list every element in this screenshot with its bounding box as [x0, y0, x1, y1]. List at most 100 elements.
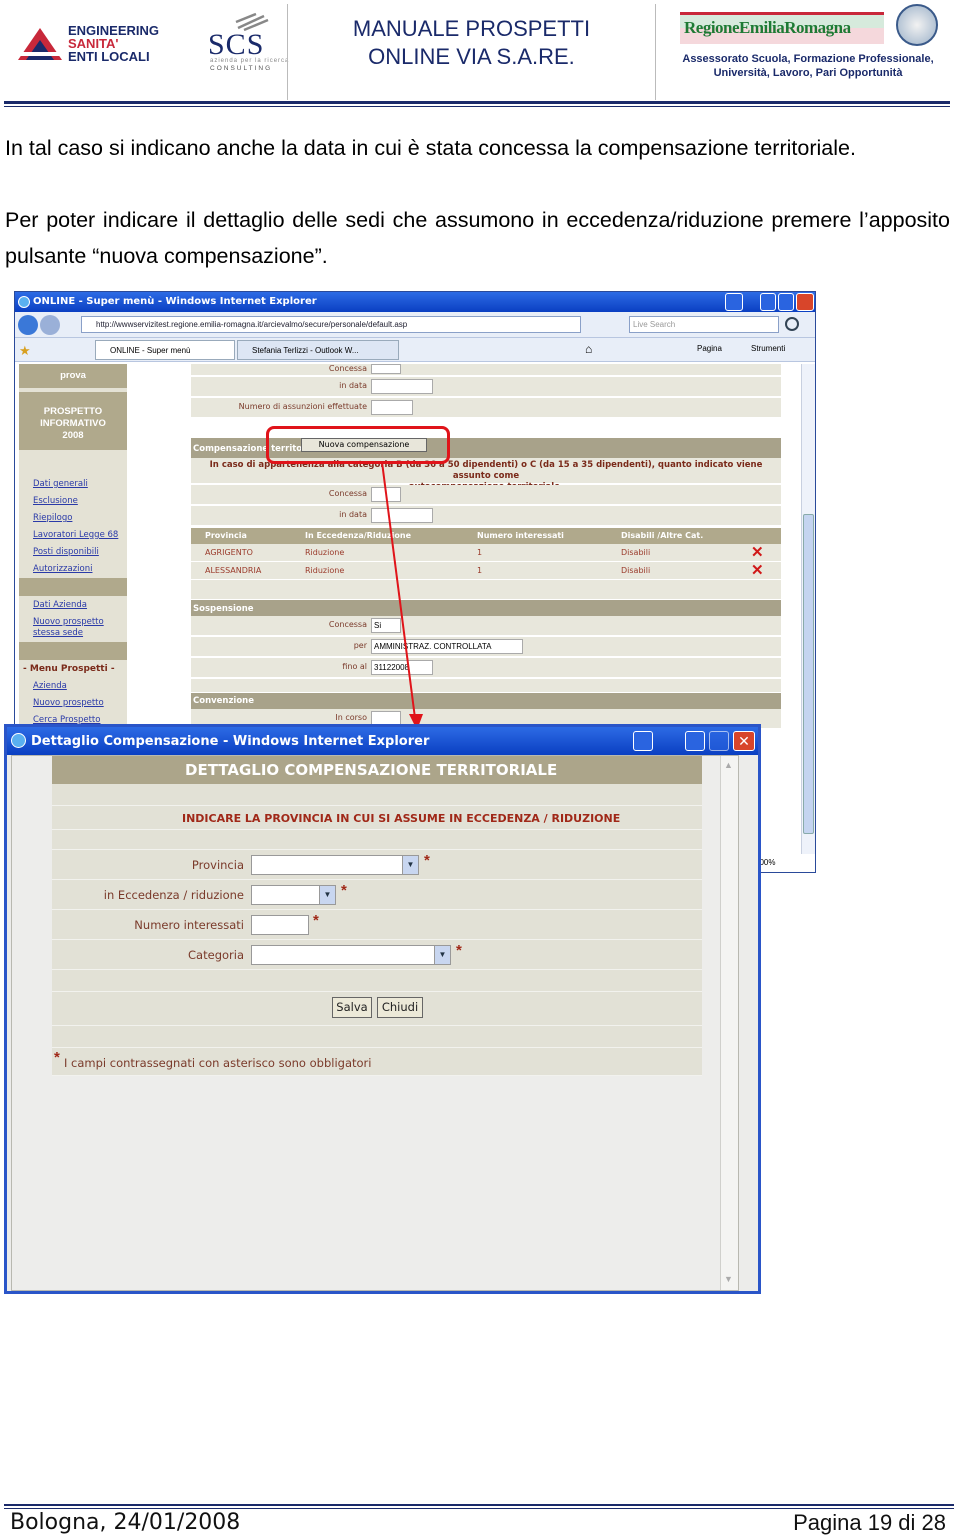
sidebar-link[interactable]: Azienda: [33, 681, 67, 691]
delete-icon[interactable]: ✕: [751, 545, 764, 560]
sidebar-link[interactable]: Esclusione: [33, 496, 78, 506]
form-row-susp-concessa: Concessa Si: [191, 616, 781, 636]
sidebar-link[interactable]: Riepilogo: [33, 513, 72, 523]
popup-scrollbar[interactable]: ▲ ▼: [720, 756, 738, 1290]
table-cell: ALESSANDRIA: [205, 566, 262, 575]
sidebar-link[interactable]: Nuovo prospetto: [33, 698, 104, 708]
form-row-assunzioni: Numero di assunzioni effettuate: [191, 398, 781, 418]
sidebar-prospetto-line1: PROSPETTO: [43, 406, 103, 417]
required-asterisk: *: [313, 912, 319, 929]
select-concessa-top[interactable]: [371, 364, 401, 374]
table-header: Numero interessati: [477, 531, 564, 540]
input-numero[interactable]: [251, 915, 309, 935]
label-num-assunzioni: Numero di assunzioni effettuate: [238, 402, 367, 411]
scroll-down-icon[interactable]: ▼: [724, 1274, 733, 1284]
close-button[interactable]: [796, 293, 814, 311]
comp-table-header: Provincia In Eccedenza/Riduzione Numero …: [191, 528, 781, 544]
sidebar-link[interactable]: Nuovo prospetto: [33, 617, 104, 627]
menu-page[interactable]: Pagina: [697, 344, 722, 353]
popup-minimize-button-2[interactable]: [685, 731, 705, 751]
popup-maximize-button[interactable]: [709, 731, 729, 751]
required-asterisk: *: [341, 882, 347, 899]
form-row-spacer: [191, 679, 781, 693]
popup-row-eccedenza: in Eccedenza / riduzione ▼ *: [52, 880, 702, 910]
url-input[interactable]: http://wwwservizitest.regione.emilia-rom…: [81, 316, 581, 333]
paragraph-1: In tal caso si indicano anche la data in…: [5, 136, 856, 160]
home-icon[interactable]: ⌂: [585, 342, 592, 356]
search-icon[interactable]: [785, 317, 799, 331]
chevron-down-icon[interactable]: ▼: [319, 886, 335, 904]
scrollbar-thumb[interactable]: [803, 514, 814, 834]
menu-tools[interactable]: Strumenti: [751, 344, 785, 353]
region-logo-stripe: [680, 12, 884, 15]
required-asterisk: *: [424, 852, 430, 869]
chevron-down-icon[interactable]: ▼: [402, 856, 418, 874]
label-in-data: in data: [339, 510, 367, 519]
chiudi-button[interactable]: Chiudi: [377, 997, 423, 1018]
sidebar-link[interactable]: Dati Azienda: [33, 600, 87, 610]
sidebar-link[interactable]: Lavoratori Legge 68: [33, 530, 118, 540]
highlight-box: [266, 426, 450, 464]
form-row-in-data-top: in data: [191, 377, 781, 397]
table-cell: Disabili: [621, 548, 651, 557]
page-header: ENGINEERING SANITA' ENTI LOCALI SCS azie…: [4, 0, 952, 102]
label-susp-per: per: [353, 641, 367, 650]
table-header: Provincia: [205, 531, 247, 540]
forward-icon[interactable]: [40, 315, 60, 335]
label-susp-fino: fino al: [342, 662, 367, 671]
form-row-spacer: [191, 580, 781, 600]
search-input[interactable]: Live Search: [629, 316, 779, 333]
tab-outlook[interactable]: Stefania Terlizzi - Outlook W...: [237, 340, 399, 360]
ie-icon: [11, 733, 26, 748]
sidebar-link[interactable]: Posti disponibili: [33, 547, 99, 557]
popup-row-note: * I campi contrassegnati con asterisco s…: [52, 1048, 702, 1076]
sidebar-link[interactable]: stessa sede: [33, 628, 83, 638]
popup-row-buttons: Salva Chiudi: [52, 992, 702, 1026]
scrollbar[interactable]: [801, 364, 815, 854]
back-icon[interactable]: [18, 315, 38, 335]
label-eccedenza: in Eccedenza / riduzione: [103, 888, 244, 902]
tab-row: ★ ONLINE - Super menù Stefania Terlizzi …: [15, 338, 815, 362]
footer-page: Pagina 19 di 28: [793, 1510, 946, 1535]
scs-logo-sub: azienda per la ricerca: [210, 58, 290, 64]
select-categoria[interactable]: ▼: [251, 945, 451, 965]
table-cell: 1: [477, 548, 483, 557]
popup-minimize-button[interactable]: [633, 731, 653, 751]
doc-title-line2: ONLINE VIA S.A.RE.: [368, 44, 575, 69]
engineering-logo-line3: ENTI LOCALI: [68, 49, 150, 64]
region-line1: Assessorato Scuola, Formazione Professio…: [682, 53, 934, 65]
scs-logo: SCS: [208, 28, 265, 61]
table-header: Disabili /Altre Cat.: [621, 531, 704, 540]
salva-button[interactable]: Salva: [332, 997, 372, 1018]
popup-row-numero: Numero interessati *: [52, 910, 702, 940]
table-cell: AGRIGENTO: [205, 548, 253, 557]
sidebar-link[interactable]: Dati generali: [33, 479, 88, 489]
input-num-assunzioni[interactable]: [371, 400, 413, 415]
ie-titlebar: ONLINE - Super menù - Windows Internet E…: [15, 292, 815, 312]
sidebar-link[interactable]: Autorizzazioni: [33, 564, 93, 574]
popup-close-button[interactable]: ✕: [733, 731, 755, 751]
table-cell: Riduzione: [305, 566, 345, 575]
minimize-button[interactable]: [725, 293, 743, 311]
form-row-concessa: Concessa: [191, 485, 781, 505]
select-eccedenza[interactable]: ▼: [251, 885, 336, 905]
scroll-up-icon[interactable]: ▲: [724, 760, 733, 770]
required-asterisk: *: [456, 942, 462, 959]
maximize-button[interactable]: [778, 293, 794, 311]
favorites-star-icon[interactable]: ★: [19, 343, 31, 359]
pointer-arrow: [381, 461, 423, 730]
section-convenzione: Convenzione: [191, 693, 781, 709]
header-rule: [4, 101, 950, 104]
region-logo: RegioneEmiliaRomagna: [684, 18, 851, 37]
label-numero: Numero interessati: [134, 918, 244, 932]
label-provincia: Provincia: [191, 858, 244, 872]
table-cell: 1: [477, 566, 483, 575]
label-categoria: Categoria: [188, 948, 244, 962]
delete-icon[interactable]: ✕: [751, 563, 764, 578]
input-in-data-top[interactable]: [371, 379, 433, 394]
minimize-button-2[interactable]: [760, 293, 776, 311]
select-provincia[interactable]: ▼: [251, 855, 419, 875]
table-row: AGRIGENTO Riduzione 1 Disabili ✕: [191, 544, 781, 562]
chevron-down-icon[interactable]: ▼: [434, 946, 450, 964]
tab-online[interactable]: ONLINE - Super menù: [95, 340, 235, 360]
